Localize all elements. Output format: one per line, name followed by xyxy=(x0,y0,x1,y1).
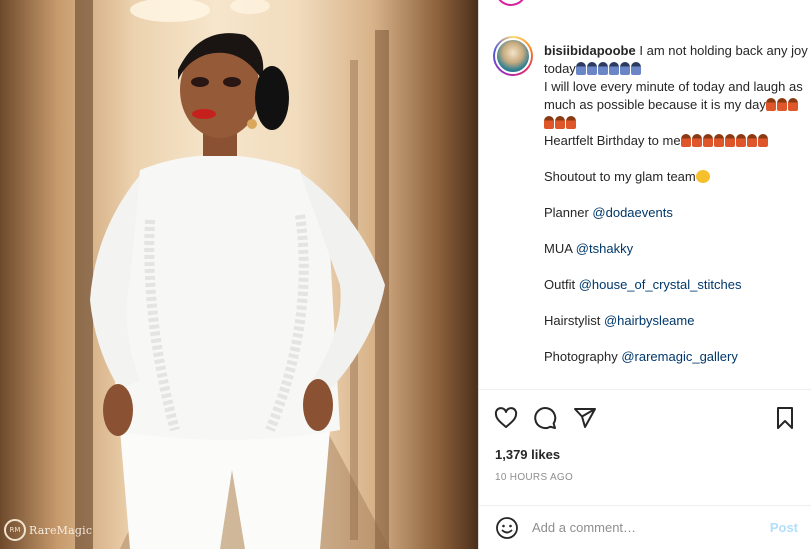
emoji-group-3 xyxy=(680,133,769,148)
dancer-red-emoji-icon xyxy=(702,134,713,147)
comment-icon[interactable] xyxy=(532,405,558,431)
dancer-red-emoji-icon xyxy=(787,98,798,111)
mention-link[interactable]: @hairbysleame xyxy=(604,313,695,328)
user-avatar[interactable] xyxy=(493,36,533,76)
dancer-red-emoji-icon xyxy=(765,98,776,111)
action-bar xyxy=(479,391,811,443)
post-button[interactable]: Post xyxy=(770,520,798,535)
photo-illustration xyxy=(75,0,390,549)
likes-count[interactable]: 1,379 likes xyxy=(495,447,560,462)
share-icon[interactable] xyxy=(572,405,598,431)
credit-label: Outfit xyxy=(544,277,579,292)
person-blue-emoji-icon xyxy=(630,62,641,75)
mention-link[interactable]: @house_of_crystal_stitches xyxy=(579,277,742,292)
dancer-red-emoji-icon xyxy=(566,116,576,129)
caption-line-2: I will love every minute of today and la… xyxy=(544,79,803,112)
hugging-face-icon xyxy=(695,170,710,183)
bookmark-icon[interactable] xyxy=(772,405,798,431)
post-viewer: RM RareMagic bisiibidapoobe I am not hol… xyxy=(0,0,811,549)
avatar-image xyxy=(495,38,531,74)
dancer-red-emoji-icon xyxy=(691,134,702,147)
mention-link[interactable]: @tshakky xyxy=(576,241,633,256)
caption-scroll-area[interactable]: bisiibidapoobe I am not holding back any… xyxy=(479,0,811,390)
credit-label: Photography xyxy=(544,349,622,364)
dancer-red-emoji-icon xyxy=(680,134,691,147)
caption-line-3: Heartfelt Birthday to me xyxy=(544,133,681,148)
username-link[interactable]: bisiibidapoobe xyxy=(544,43,636,58)
person-blue-emoji-icon xyxy=(619,62,630,75)
dancer-red-emoji-icon xyxy=(555,116,565,129)
dancer-red-emoji-icon xyxy=(544,116,554,129)
post-photo[interactable]: RM RareMagic xyxy=(0,0,478,549)
post-timestamp[interactable]: 10 HOURS AGO xyxy=(495,472,573,483)
caption-text: bisiibidapoobe I am not holding back any… xyxy=(544,42,809,366)
credit-label: Hairstylist xyxy=(544,313,604,328)
shoutout-text: Shoutout to my glam team xyxy=(544,169,696,184)
credit-label: MUA xyxy=(544,241,576,256)
emoji-group-1 xyxy=(575,61,642,76)
mention-link[interactable]: @raremagic_gallery xyxy=(621,349,738,364)
watermark-logo-icon: RM xyxy=(4,519,26,541)
dancer-red-emoji-icon xyxy=(746,134,757,147)
person-blue-emoji-icon xyxy=(575,62,586,75)
emoji-picker-icon[interactable] xyxy=(494,515,520,541)
dancer-red-emoji-icon xyxy=(724,134,735,147)
photo-watermark: RM RareMagic xyxy=(4,519,92,541)
mention-link[interactable]: @dodaevents xyxy=(592,205,672,220)
dancer-red-emoji-icon xyxy=(757,134,768,147)
caption: bisiibidapoobe I am not holding back any… xyxy=(493,36,808,364)
post-side-panel: bisiibidapoobe I am not holding back any… xyxy=(478,0,811,549)
credit-label: Planner xyxy=(544,205,593,220)
person-blue-emoji-icon xyxy=(586,62,597,75)
dancer-red-emoji-icon xyxy=(776,98,787,111)
dancer-red-emoji-icon xyxy=(713,134,724,147)
person-blue-emoji-icon xyxy=(608,62,619,75)
comment-input[interactable] xyxy=(532,517,752,538)
add-comment-bar: Post xyxy=(479,505,811,549)
watermark-text: RareMagic xyxy=(29,523,93,537)
heart-icon[interactable] xyxy=(493,405,519,431)
person-blue-emoji-icon xyxy=(597,62,608,75)
dancer-red-emoji-icon xyxy=(735,134,746,147)
